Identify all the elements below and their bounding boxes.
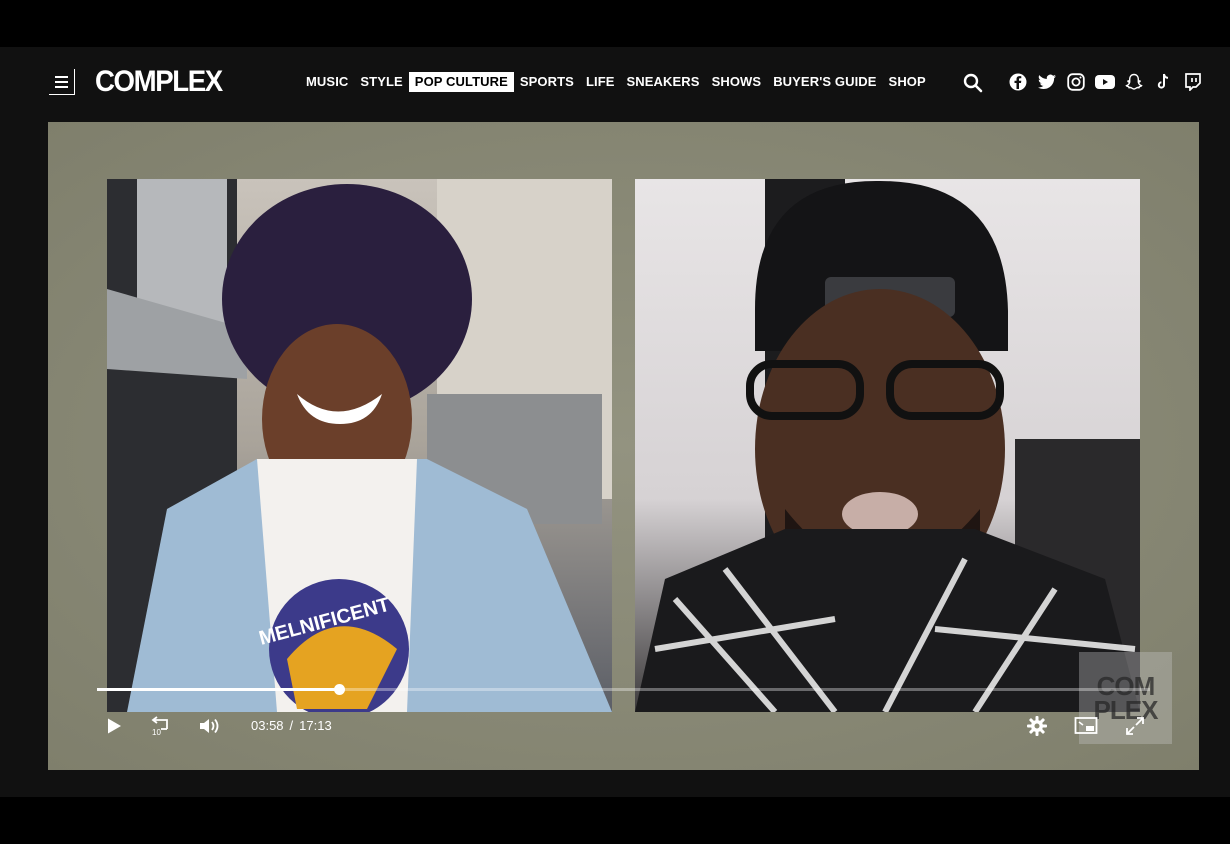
nav-life[interactable]: LIFE	[580, 72, 621, 92]
video-progress-handle[interactable]	[334, 684, 345, 695]
duration: 17:13	[299, 718, 332, 733]
picture-in-picture-button[interactable]	[1072, 712, 1100, 740]
rewind-10-label: 10	[152, 728, 161, 737]
rewind-10-icon: 10	[151, 716, 168, 737]
facebook-icon[interactable]	[1008, 72, 1028, 92]
youtube-icon[interactable]	[1095, 72, 1115, 92]
social-links	[1008, 72, 1202, 92]
complex-site: COMPLEX MUSIC STYLE POP CULTURE SPORTS L…	[0, 47, 1230, 797]
video-progress-bar[interactable]	[97, 684, 1150, 695]
picture-in-picture-icon	[1074, 717, 1098, 734]
letterbox-bottom	[0, 797, 1230, 844]
search-icon[interactable]	[963, 73, 983, 93]
video-player[interactable]: MELNIFICENT COM PLEX 10 03:58 / 17:13	[48, 122, 1199, 770]
menu-line	[55, 85, 68, 88]
nav-shop[interactable]: SHOP	[883, 72, 932, 92]
tiktok-icon[interactable]	[1153, 72, 1173, 92]
nav-pop-culture[interactable]: POP CULTURE	[408, 72, 514, 92]
rewind-10-button[interactable]: 10	[147, 712, 175, 740]
video-pane-left: MELNIFICENT	[107, 179, 612, 712]
nav-sneakers[interactable]: SNEAKERS	[621, 72, 706, 92]
nav-music[interactable]: MUSIC	[300, 72, 354, 92]
volume-button[interactable]	[196, 712, 224, 740]
settings-button[interactable]	[1023, 712, 1051, 740]
nav-style[interactable]: STYLE	[354, 72, 408, 92]
twitter-icon[interactable]	[1037, 72, 1057, 92]
site-header: COMPLEX MUSIC STYLE POP CULTURE SPORTS L…	[0, 47, 1230, 122]
fullscreen-icon	[1126, 717, 1144, 735]
play-button[interactable]	[100, 712, 128, 740]
gear-icon	[1027, 716, 1047, 736]
main-nav: MUSIC STYLE POP CULTURE SPORTS LIFE SNEA…	[300, 72, 932, 92]
video-progress-fill	[97, 688, 339, 691]
nav-buyers-guide[interactable]: BUYER'S GUIDE	[767, 72, 882, 92]
nav-sports[interactable]: SPORTS	[514, 72, 580, 92]
instagram-icon[interactable]	[1066, 72, 1086, 92]
menu-line	[55, 75, 68, 78]
video-pane-right	[635, 179, 1140, 712]
twitch-icon[interactable]	[1182, 72, 1202, 92]
current-time: 03:58	[251, 718, 284, 733]
nav-shows[interactable]: SHOWS	[706, 72, 768, 92]
fullscreen-button[interactable]	[1121, 712, 1149, 740]
volume-icon	[200, 718, 219, 734]
menu-line	[55, 80, 68, 83]
time-separator: /	[289, 718, 294, 733]
right-participant-illustration	[635, 179, 1140, 712]
video-time-display: 03:58 / 17:13	[251, 718, 332, 733]
left-participant-illustration: MELNIFICENT	[107, 179, 612, 712]
video-controls: 10 03:58 / 17:13	[48, 712, 1199, 742]
snapchat-icon[interactable]	[1124, 72, 1144, 92]
complex-logo[interactable]: COMPLEX	[95, 65, 223, 99]
hamburger-menu-button[interactable]	[49, 69, 75, 95]
play-icon	[108, 718, 121, 734]
letterbox-top	[0, 0, 1230, 47]
